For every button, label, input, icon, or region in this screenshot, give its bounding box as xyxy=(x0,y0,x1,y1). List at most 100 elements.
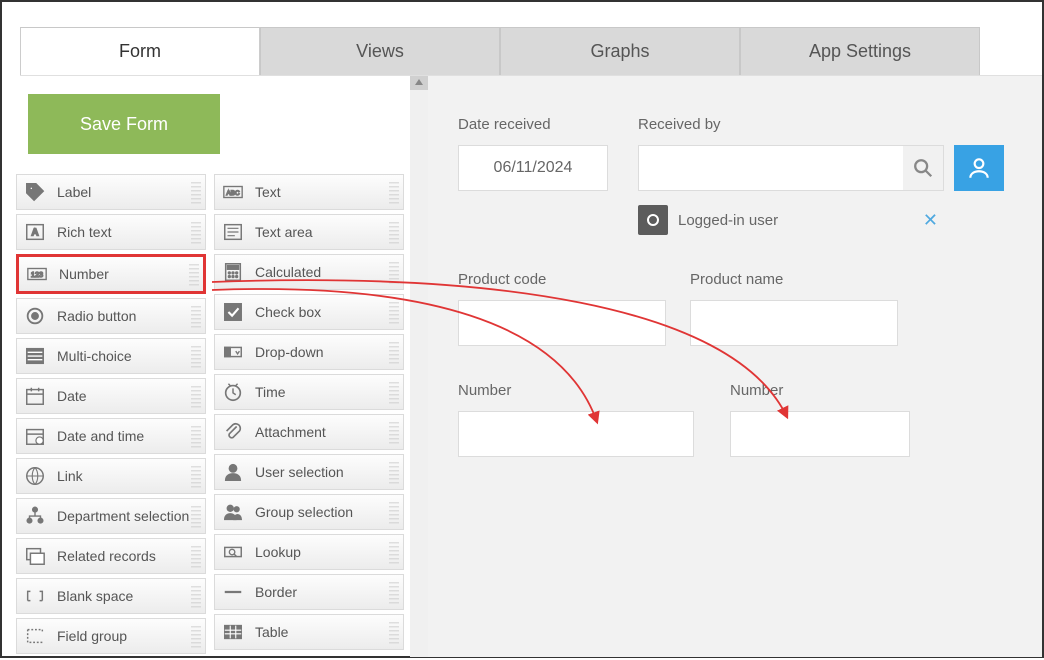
field-label: Rich text xyxy=(57,224,111,240)
field-label: Lookup xyxy=(255,544,301,560)
palette-item-fieldgroup[interactable]: Field group xyxy=(16,618,206,654)
save-form-button[interactable]: Save Form xyxy=(28,94,220,154)
palette-item-table[interactable]: Table xyxy=(214,614,404,650)
palette-item-radio[interactable]: Radio button xyxy=(16,298,206,334)
drag-grip-icon xyxy=(191,222,201,244)
field-label: User selection xyxy=(255,464,344,480)
logged-in-user-chip[interactable]: Logged-in user xyxy=(638,205,778,235)
blank-icon xyxy=(23,584,47,608)
user-picker-button[interactable] xyxy=(954,145,1004,191)
drag-grip-icon xyxy=(389,542,399,564)
field-label: Border xyxy=(255,584,297,600)
svg-text:A: A xyxy=(31,228,39,239)
palette-item-border[interactable]: Border xyxy=(214,574,404,610)
palette-item-calc[interactable]: Calculated xyxy=(214,254,404,290)
svg-text:123: 123 xyxy=(31,270,43,279)
drag-grip-icon xyxy=(389,342,399,364)
palette-item-label[interactable]: Label xyxy=(16,174,206,210)
palette-item-number[interactable]: 123 Number xyxy=(16,254,206,294)
field-label: Table xyxy=(255,624,288,640)
number-icon: 123 xyxy=(25,262,49,286)
drag-grip-icon xyxy=(191,386,201,408)
palette-item-user[interactable]: User selection xyxy=(214,454,404,490)
product-code-label: Product code xyxy=(458,271,666,288)
field-label: Number xyxy=(59,266,109,282)
drag-grip-icon xyxy=(389,502,399,524)
remove-chip-icon[interactable]: ✕ xyxy=(923,210,938,231)
drag-grip-icon xyxy=(389,462,399,484)
field-label: Field group xyxy=(57,628,127,644)
palette-item-textarea[interactable]: Text area xyxy=(214,214,404,250)
tab-graphs[interactable]: Graphs xyxy=(500,27,740,75)
calc-icon xyxy=(221,260,245,284)
product-name-input[interactable] xyxy=(690,300,898,346)
drag-grip-icon xyxy=(191,346,201,368)
drag-grip-icon xyxy=(191,626,201,648)
scrollbar[interactable] xyxy=(410,76,428,657)
palette-item-dropdown[interactable]: Drop-down xyxy=(214,334,404,370)
field-label: Text area xyxy=(255,224,313,240)
date-icon xyxy=(23,384,47,408)
number-label-2: Number xyxy=(730,382,910,399)
text-icon: ABC xyxy=(221,180,245,204)
palette-item-link[interactable]: Link xyxy=(16,458,206,494)
palette-item-date[interactable]: Date xyxy=(16,378,206,414)
search-icon[interactable] xyxy=(903,146,943,190)
palette-item-time[interactable]: Time xyxy=(214,374,404,410)
group-icon xyxy=(221,500,245,524)
field-label: Calculated xyxy=(255,264,321,280)
textarea-icon xyxy=(221,220,245,244)
field-palette: Save Form Label A Rich text 123 Number Radio … xyxy=(2,76,410,657)
number-input-1[interactable] xyxy=(458,411,694,457)
palette-item-group[interactable]: Group selection xyxy=(214,494,404,530)
palette-item-lookup[interactable]: Lookup xyxy=(214,534,404,570)
date-received-label: Date received xyxy=(458,116,618,133)
palette-item-related[interactable]: Related records xyxy=(16,538,206,574)
number-input-2[interactable] xyxy=(730,411,910,457)
drag-grip-icon xyxy=(191,466,201,488)
tab-views[interactable]: Views xyxy=(260,27,500,75)
dept-icon xyxy=(23,504,47,528)
field-label: Date and time xyxy=(57,428,144,444)
multi-icon xyxy=(23,344,47,368)
field-label: Multi-choice xyxy=(57,348,132,364)
field-label: Attachment xyxy=(255,424,326,440)
drag-grip-icon xyxy=(389,582,399,604)
drag-grip-icon xyxy=(389,182,399,204)
check-icon xyxy=(221,300,245,324)
field-label: Department selection xyxy=(57,508,189,524)
date-received-input[interactable] xyxy=(458,145,608,191)
palette-item-datetime[interactable]: Date and time xyxy=(16,418,206,454)
field-label: Text xyxy=(255,184,281,200)
palette-item-check[interactable]: Check box xyxy=(214,294,404,330)
border-icon xyxy=(221,580,245,604)
palette-item-attach[interactable]: Attachment xyxy=(214,414,404,450)
palette-item-richtext[interactable]: A Rich text xyxy=(16,214,206,250)
time-icon xyxy=(221,380,245,404)
richtext-icon: A xyxy=(23,220,47,244)
avatar-icon xyxy=(638,205,668,235)
palette-item-blank[interactable]: Blank space xyxy=(16,578,206,614)
received-by-search-input[interactable] xyxy=(639,146,903,190)
drag-grip-icon xyxy=(389,302,399,324)
palette-item-dept[interactable]: Department selection xyxy=(16,498,206,534)
tab-form[interactable]: Form xyxy=(20,27,260,75)
field-label: Time xyxy=(255,384,286,400)
drag-grip-icon xyxy=(191,306,201,328)
tab-app-settings[interactable]: App Settings xyxy=(740,27,980,75)
drag-grip-icon xyxy=(191,182,201,204)
field-label: Check box xyxy=(255,304,321,320)
field-label: Drop-down xyxy=(255,344,323,360)
product-code-input[interactable] xyxy=(458,300,666,346)
palette-item-multi[interactable]: Multi-choice xyxy=(16,338,206,374)
dropdown-icon xyxy=(221,340,245,364)
drag-grip-icon xyxy=(389,382,399,404)
palette-item-text[interactable]: ABC Text xyxy=(214,174,404,210)
drag-grip-icon xyxy=(389,222,399,244)
field-label: Blank space xyxy=(57,588,133,604)
field-label: Group selection xyxy=(255,504,353,520)
drag-grip-icon xyxy=(389,622,399,644)
drag-grip-icon xyxy=(389,262,399,284)
field-label: Link xyxy=(57,468,83,484)
product-name-label: Product name xyxy=(690,271,898,288)
